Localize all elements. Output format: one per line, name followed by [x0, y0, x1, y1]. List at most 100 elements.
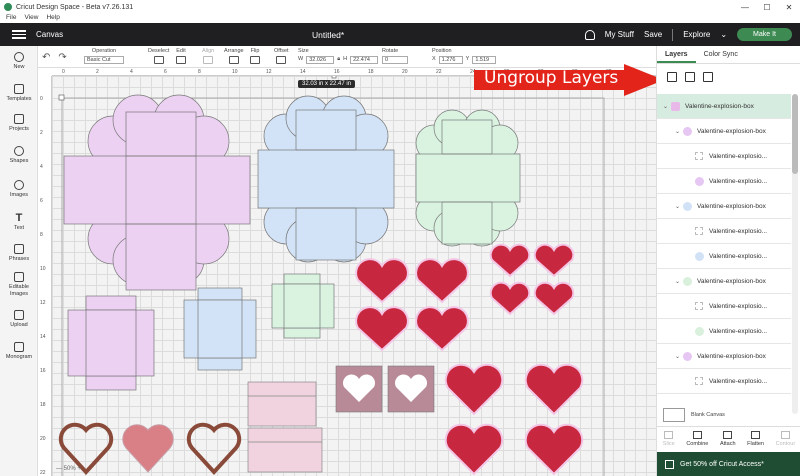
lock-icon[interactable]: 🔒︎ [337, 56, 340, 63]
x-input[interactable]: 1.276 [438, 56, 463, 64]
sidebar-item-projects[interactable]: Projects [0, 114, 38, 133]
operation-select[interactable]: Basic Cut [84, 56, 124, 64]
document-title[interactable]: Untitled* [312, 30, 344, 40]
width-label: W [298, 56, 304, 62]
height-input[interactable]: 22.474 [350, 56, 379, 64]
trash-icon[interactable] [703, 72, 713, 82]
cricut-logo-icon [4, 3, 12, 11]
layer-row[interactable]: Valentine-explosio... [657, 244, 791, 269]
save-button[interactable]: Save [644, 30, 662, 39]
layer-row[interactable]: Valentine-explosio... [657, 294, 791, 319]
layer-color-swatch[interactable] [683, 351, 692, 361]
arrange-icon[interactable] [228, 56, 239, 64]
chevron-down-icon: ⌄ [720, 30, 728, 39]
scrollbar-thumb[interactable] [792, 94, 798, 174]
menu-bar: File View Help [0, 14, 800, 23]
chevron-down-icon[interactable]: ⌄ [663, 103, 671, 110]
layer-color-swatch[interactable] [695, 176, 704, 186]
layer-row[interactable]: ⌄ Valentine-explosion-box [657, 194, 791, 219]
sidebar-item-monogram[interactable]: Monogram [0, 342, 38, 361]
window-title: Cricut Design Space - Beta v7.26.131 [16, 3, 134, 11]
tab-color-sync[interactable]: Color Sync [696, 46, 746, 63]
deselect-control[interactable]: Deselect [148, 48, 169, 64]
flatten-button[interactable]: Flatten [747, 430, 764, 447]
bell-icon[interactable] [584, 29, 595, 40]
canvas-artwork[interactable] [52, 76, 656, 476]
flip-icon[interactable] [250, 56, 260, 64]
layer-color-swatch[interactable] [683, 126, 692, 136]
chevron-down-icon[interactable]: ⌄ [675, 353, 683, 360]
layer-color-swatch[interactable] [695, 326, 704, 336]
layer-row[interactable]: Valentine-explosio... [657, 369, 791, 394]
deselect-icon[interactable] [153, 56, 164, 64]
chevron-down-icon[interactable]: ⌄ [675, 203, 683, 210]
ruler-tick-label: 22 [436, 69, 442, 75]
selection-handle [58, 94, 65, 101]
layer-row[interactable]: Valentine-explosio... [657, 219, 791, 244]
y-input[interactable]: 1.519 [472, 56, 497, 64]
sidebar-item-new[interactable]: New [0, 52, 38, 71]
ruler-tick-label: 8 [40, 232, 43, 238]
sidebar-item-phrases[interactable]: Phrases [0, 244, 38, 263]
layer-color-swatch[interactable] [671, 101, 680, 111]
menu-file[interactable]: File [6, 14, 16, 23]
layer-row[interactable]: ⌄ Valentine-explosion-box [657, 344, 791, 369]
promo-banner[interactable]: Get 50% off Cricut Access* [657, 452, 800, 476]
attach-button[interactable]: Attach [720, 430, 736, 447]
sidebar-item-upload[interactable]: Upload [0, 310, 38, 329]
menu-view[interactable]: View [24, 14, 38, 23]
layer-row[interactable]: Valentine-explosio... [657, 319, 791, 344]
pen-icon[interactable] [176, 56, 186, 64]
offset-icon[interactable] [276, 56, 287, 64]
offset-control[interactable]: Offset [274, 48, 289, 64]
layer-color-swatch[interactable] [683, 276, 692, 286]
ruler-tick-label: 22 [40, 470, 46, 476]
layer-row[interactable]: ⌄ Valentine-explosion-box [657, 269, 791, 294]
ruler-tick-label: 20 [40, 436, 46, 442]
menu-help[interactable]: Help [46, 14, 59, 23]
layer-row[interactable]: Valentine-explosio... [657, 144, 791, 169]
ungroup-icon[interactable] [667, 72, 677, 82]
ruler-tick-label: 8 [198, 69, 201, 75]
sidebar-item-images[interactable]: Images [0, 180, 38, 199]
chevron-down-icon[interactable]: ⌄ [675, 128, 683, 135]
layer-row[interactable]: ⌄ Valentine-explosion-box [657, 119, 791, 144]
flip-control[interactable]: Flip [250, 48, 260, 64]
chevron-down-icon[interactable]: ⌄ [675, 278, 683, 285]
redo-icon[interactable]: ↷ [58, 52, 66, 63]
blank-canvas-swatch[interactable] [663, 408, 685, 422]
layer-color-swatch[interactable] [683, 201, 692, 211]
slice-button: Slice [663, 430, 675, 447]
zoom-control[interactable]: — 50% + [56, 466, 81, 472]
minimize-button[interactable]: — [734, 0, 756, 14]
make-it-button[interactable]: Make It [737, 28, 792, 41]
sidebar-item-editable-images[interactable]: Editable Images [0, 272, 38, 297]
layer-name: Valentine-explosio... [709, 252, 768, 260]
arrange-control[interactable]: Arrange [224, 48, 244, 64]
blank-canvas-row[interactable]: Blank Canvas [663, 408, 725, 422]
rotate-input[interactable]: 0 [382, 56, 408, 64]
layer-row[interactable]: Valentine-explosio... [657, 169, 791, 194]
layers-scrollbar[interactable] [792, 94, 798, 414]
sidebar-item-templates[interactable]: Templates [0, 84, 38, 103]
design-canvas[interactable]: — 50% + [52, 76, 656, 476]
undo-icon[interactable]: ↶ [42, 52, 50, 63]
my-stuff-link[interactable]: My Stuff [605, 30, 634, 39]
width-input[interactable]: 32.026 [306, 56, 335, 64]
hamburger-menu-icon[interactable] [12, 30, 26, 39]
tab-layers[interactable]: Layers [657, 46, 696, 63]
explore-dropdown[interactable]: Explore [683, 30, 710, 39]
duplicate-icon[interactable] [685, 72, 695, 82]
edit-control[interactable]: Edit [176, 48, 186, 64]
close-button[interactable]: ✕ [778, 0, 800, 14]
blank-layer-icon [695, 302, 703, 310]
layer-name: Valentine-explosion-box [697, 202, 766, 210]
layer-color-swatch[interactable] [695, 251, 704, 261]
sidebar-item-shapes[interactable]: Shapes [0, 146, 38, 165]
layer-name: Valentine-explosion-box [685, 102, 754, 110]
layer-row[interactable]: ⌄ Valentine-explosion-box [657, 94, 791, 119]
sidebar-item-text[interactable]: T Text [0, 212, 38, 232]
combine-button[interactable]: Combine [686, 430, 708, 447]
attach-icon [723, 430, 733, 439]
maximize-button[interactable]: ☐ [756, 0, 778, 14]
